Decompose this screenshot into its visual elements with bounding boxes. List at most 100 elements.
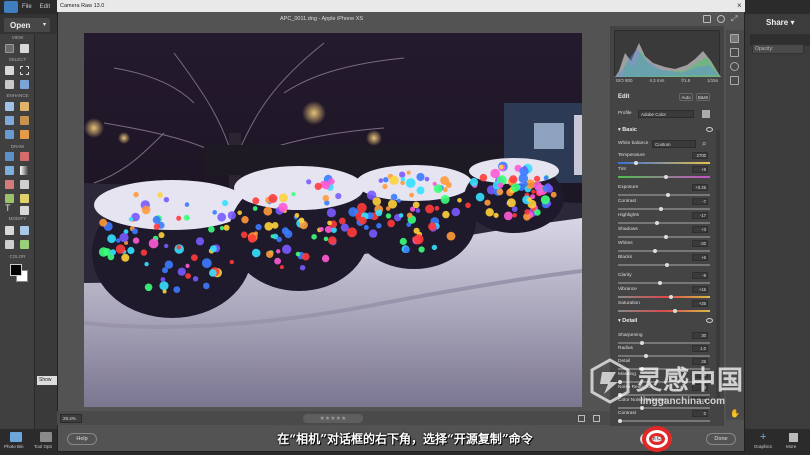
white-balance-select[interactable]: Custom: [652, 140, 696, 148]
slider-value-field[interactable]: +25: [692, 300, 708, 307]
slider-value-field[interactable]: -17: [692, 212, 708, 219]
slider-thumb[interactable]: [664, 263, 669, 267]
edit-sliders-icon[interactable]: [730, 34, 739, 43]
slider-track[interactable]: [618, 175, 710, 179]
healing-icon[interactable]: [730, 62, 739, 71]
slider-value-field[interactable]: -9: [692, 272, 708, 279]
smart-brush-tool-icon[interactable]: [5, 116, 14, 125]
help-button[interactable]: Help: [67, 433, 97, 445]
slider-track[interactable]: [618, 309, 710, 313]
content-aware-move-tool-icon[interactable]: [5, 240, 14, 249]
pencil-tool-icon[interactable]: [20, 194, 29, 203]
crop-icon[interactable]: [730, 48, 739, 57]
menu-edit[interactable]: Edit: [40, 4, 50, 10]
hand-icon[interactable]: ✋: [730, 410, 740, 419]
done-button[interactable]: Done: [706, 433, 736, 445]
slider-thumb[interactable]: [663, 175, 668, 179]
redeye-icon[interactable]: [730, 76, 739, 85]
slider-value-field[interactable]: +3: [692, 226, 708, 233]
slider-thumb[interactable]: [672, 309, 677, 313]
before-after-icon[interactable]: [593, 415, 600, 422]
custom-shape-tool-2-icon[interactable]: [5, 194, 14, 203]
slider-thumb[interactable]: [618, 419, 622, 423]
slider-track[interactable]: [618, 281, 710, 285]
slider-track[interactable]: [618, 221, 710, 225]
menu-file[interactable]: File: [22, 4, 32, 10]
custom-shape-tool-icon[interactable]: [20, 180, 29, 189]
slider-track[interactable]: [618, 193, 710, 197]
photo-bin-button[interactable]: Photo Bin: [4, 432, 28, 452]
type-tool-icon[interactable]: T: [5, 204, 14, 213]
save-icon[interactable]: [703, 15, 711, 23]
bw-button[interactable]: B&W: [696, 93, 710, 101]
star-rating[interactable]: ★★★★★: [303, 414, 363, 423]
slider-value-field[interactable]: +0.25: [692, 184, 708, 191]
slider-thumb[interactable]: [669, 295, 674, 299]
show-button[interactable]: Show: [37, 376, 57, 385]
gear-icon[interactable]: [717, 15, 725, 23]
zoom-level-field[interactable]: 29.4%: [60, 414, 82, 423]
eyedropper-icon[interactable]: ⌕: [702, 140, 710, 148]
fullscreen-icon[interactable]: ⤢: [731, 15, 739, 23]
close-icon[interactable]: ×: [737, 1, 742, 10]
quick-selection-tool-icon[interactable]: [20, 80, 29, 89]
image-preview[interactable]: [84, 33, 582, 407]
open-button[interactable]: Open ▾: [4, 18, 50, 32]
slider-track[interactable]: [618, 249, 710, 253]
color-picker-tool-icon[interactable]: [5, 180, 14, 189]
share-button[interactable]: Share ▾: [766, 18, 794, 27]
foreground-color-swatch-front[interactable]: [10, 264, 22, 276]
slider-thumb[interactable]: [663, 235, 668, 239]
hand-tool-icon[interactable]: [20, 44, 29, 53]
slider-track[interactable]: [618, 161, 710, 165]
slider-thumb[interactable]: [665, 193, 670, 197]
slider-value-field[interactable]: 2700: [692, 152, 708, 159]
slider-track[interactable]: [618, 406, 710, 410]
slider-track[interactable]: [618, 295, 710, 299]
slider-value-field[interactable]: 30: [692, 332, 708, 339]
crop-tool-icon[interactable]: [5, 226, 14, 235]
slider-value-field[interactable]: -7: [692, 198, 708, 205]
slider-track[interactable]: [618, 263, 710, 267]
sponge-tool-icon[interactable]: [20, 130, 29, 139]
profile-select[interactable]: Adobe Color: [638, 110, 694, 118]
spot-healing-tool-icon[interactable]: [20, 102, 29, 111]
blur-tool-icon[interactable]: [5, 130, 14, 139]
slider-value-field[interactable]: -20: [692, 240, 708, 247]
eye-tool-icon[interactable]: [5, 102, 14, 111]
clone-stamp-tool-icon[interactable]: [20, 116, 29, 125]
slider-thumb[interactable]: [633, 161, 638, 165]
eye-icon[interactable]: [706, 127, 713, 132]
zoom-tool-icon[interactable]: [5, 44, 14, 53]
move-tool-icon[interactable]: [5, 66, 14, 75]
graphics-button[interactable]: + Graphics: [752, 432, 780, 452]
paint-bucket-tool-icon[interactable]: [5, 166, 14, 175]
gradient-tool-icon[interactable]: [20, 166, 29, 175]
eraser-tool-icon[interactable]: [20, 152, 29, 161]
slider-value-field[interactable]: 1.0: [692, 345, 708, 352]
slider-track[interactable]: [618, 235, 710, 239]
straighten-tool-icon[interactable]: [20, 240, 29, 249]
profile-browser-icon[interactable]: [702, 110, 710, 118]
slider-value-field[interactable]: +8: [692, 166, 708, 173]
more-button[interactable]: More: [782, 432, 806, 452]
auto-button[interactable]: Auto: [679, 93, 693, 101]
slider-thumb[interactable]: [654, 221, 659, 225]
slider-track[interactable]: [618, 207, 710, 211]
slider-track[interactable]: [618, 341, 710, 345]
marquee-tool-icon[interactable]: [20, 66, 29, 75]
basic-section-header[interactable]: ▾ Basic: [618, 127, 637, 133]
slider-thumb[interactable]: [640, 341, 644, 345]
slider-track[interactable]: [618, 419, 710, 423]
slider-value-field[interactable]: +15: [692, 286, 708, 293]
recompose-tool-icon[interactable]: [20, 226, 29, 235]
tool-options-button[interactable]: Tool Opti: [34, 432, 58, 452]
compare-view-icon[interactable]: [578, 415, 585, 422]
slider-track[interactable]: [618, 354, 710, 358]
slider-value-field[interactable]: +6: [692, 254, 708, 261]
brush-tool-icon[interactable]: [5, 152, 14, 161]
slider-value-field[interactable]: 0: [692, 410, 708, 417]
lasso-tool-icon[interactable]: [5, 80, 14, 89]
detail-section-header[interactable]: ▾ Detail: [618, 318, 637, 324]
eye-icon[interactable]: [706, 318, 713, 323]
